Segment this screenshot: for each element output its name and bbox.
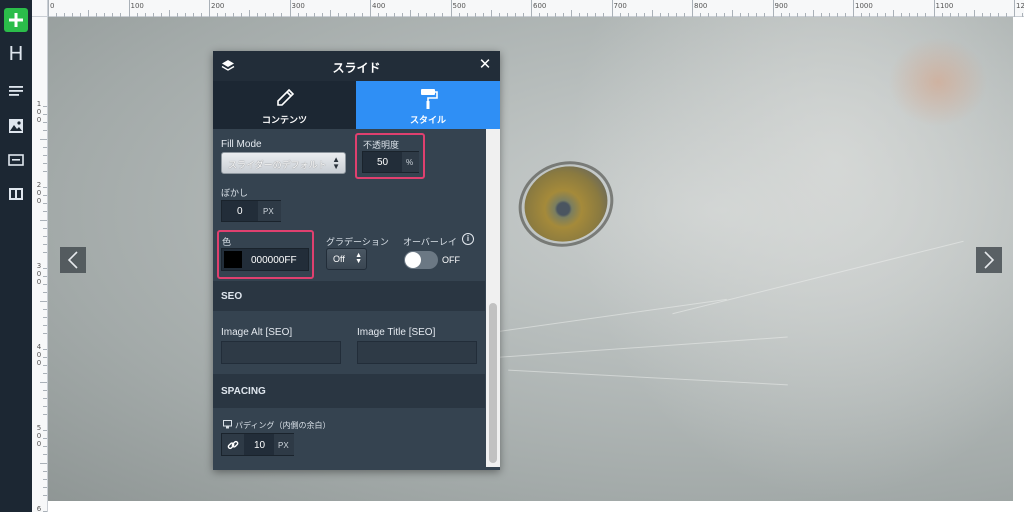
info-icon[interactable]: i — [462, 233, 474, 245]
opacity-label: 不透明度 — [363, 140, 400, 150]
desktop-icon — [223, 420, 232, 429]
add-element-button[interactable] — [4, 8, 28, 32]
slide-canvas[interactable] — [48, 17, 1013, 501]
panel-title: スライド — [332, 61, 381, 75]
image-alt-label: Image Alt [SEO] — [221, 327, 293, 338]
ruler-top-tick: 1100 — [935, 2, 954, 10]
slide-next-arrow[interactable] — [976, 247, 1002, 273]
padding-label: パディング（内側の余白） — [235, 421, 331, 430]
spacing-section-label: SPACING — [221, 386, 266, 397]
tab-content-label: コンテンツ — [261, 115, 307, 125]
padding-value: 10 — [254, 440, 266, 451]
toggle-knob — [405, 252, 421, 268]
ruler-top-tick: 200 — [211, 2, 225, 10]
slide-prev-arrow[interactable] — [60, 247, 86, 273]
image-alt-input[interactable] — [221, 341, 341, 364]
image-title-label: Image Title [SEO] — [357, 327, 436, 338]
select-arrows-icon: ▲ ▼ — [355, 252, 362, 265]
panel-header: スライド ✕ — [213, 51, 500, 81]
select-arrows-icon: ▲ ▼ — [332, 155, 340, 171]
tab-style[interactable]: スタイル — [356, 81, 500, 129]
ruler-top-tick: 900 — [774, 2, 788, 10]
color-input[interactable]: 000000FF — [221, 248, 309, 271]
ruler-top-tick: 300 — [291, 2, 305, 10]
chevron-left-icon — [67, 251, 78, 269]
seo-section-header[interactable]: SEO — [213, 281, 485, 311]
heading-icon[interactable]: H — [4, 42, 28, 66]
panel-body: Fill Mode スライダーのデフォルト ▲ ▼ 不透明度 50 % ぼかし 0… — [213, 129, 485, 470]
gradient-value: Off — [333, 254, 345, 264]
tab-content[interactable]: コンテンツ — [213, 81, 356, 129]
canvas-right-margin — [1013, 17, 1024, 512]
ruler-left-tick: 300 — [36, 262, 42, 286]
overlay-toggle[interactable] — [404, 251, 438, 269]
ruler-top-tick: 400 — [372, 2, 386, 10]
ruler-left-tick: 400 — [36, 343, 42, 367]
pencil-icon — [276, 88, 294, 106]
canvas-bottom-margin — [48, 501, 1024, 512]
ruler-left-tick: 100 — [36, 100, 42, 124]
opacity-value: 50 — [377, 157, 389, 168]
close-icon[interactable]: ✕ — [477, 57, 493, 73]
ruler-top-tick: 12 — [1016, 2, 1024, 10]
paint-roller-icon — [421, 89, 438, 109]
panel-tabs: コンテンツ スタイル — [213, 81, 500, 129]
left-toolbar: H — [0, 0, 32, 512]
columns-icon[interactable] — [4, 182, 28, 206]
ruler-top-tick: 0 — [50, 2, 55, 10]
image-title-input[interactable] — [357, 341, 477, 364]
panel-scrollbar-thumb[interactable] — [489, 303, 497, 463]
ruler-top-tick: 1000 — [855, 2, 873, 10]
opacity-unit: % — [406, 158, 414, 167]
padding-input[interactable]: 10 PX — [221, 433, 294, 456]
ruler-left: 1002003004005006 — [32, 17, 48, 513]
blur-value: 0 — [237, 206, 243, 217]
ruler-top-tick: 700 — [613, 2, 627, 10]
ruler-top-tick: 600 — [533, 2, 547, 10]
seo-section-label: SEO — [221, 291, 243, 302]
overlay-label: オーバーレイ — [403, 237, 457, 247]
ruler-top-tick: 800 — [694, 2, 708, 10]
fill-mode-select[interactable]: スライダーのデフォルト ▲ ▼ — [221, 152, 346, 174]
color-value: 000000FF — [251, 255, 297, 266]
color-swatch[interactable] — [224, 251, 242, 268]
ruler-top-tick: 100 — [130, 2, 144, 10]
ruler-top-tick: 500 — [452, 2, 466, 10]
blur-label: ぼかし — [221, 188, 249, 198]
padding-unit: PX — [278, 441, 289, 450]
cat-ear — [888, 37, 988, 127]
chevron-right-icon — [984, 251, 995, 269]
ruler-corner — [32, 0, 48, 17]
fill-mode-label: Fill Mode — [221, 139, 262, 150]
fill-mode-value: スライダーのデフォルト — [228, 160, 327, 170]
gradient-label: グラデーション — [326, 237, 389, 247]
blur-unit: PX — [263, 207, 274, 216]
link-icon[interactable] — [222, 434, 244, 455]
spacing-section-header[interactable]: SPACING — [213, 374, 485, 408]
blur-input[interactable]: 0 PX — [221, 200, 281, 222]
button-icon[interactable] — [4, 148, 28, 172]
slide-settings-panel: スライド ✕ コンテンツ スタイル Fill Mode スライダーのデフォルト … — [213, 51, 500, 470]
opacity-input[interactable]: 50 % — [362, 151, 419, 173]
plus-icon — [9, 13, 23, 27]
color-label: 色 — [222, 237, 232, 247]
image-icon[interactable] — [4, 114, 28, 138]
gradient-select[interactable]: Off ▲ ▼ — [326, 248, 367, 270]
text-icon[interactable] — [4, 80, 28, 104]
ruler-top: 0 100 200 300 400 500 600 700 800 900 1000 1100 12 — [32, 0, 1024, 17]
ruler-left-tick: 500 — [36, 424, 42, 448]
overlay-state: OFF — [442, 255, 460, 265]
tab-style-label: スタイル — [409, 115, 446, 125]
ruler-left-tick: 200 — [36, 181, 42, 205]
